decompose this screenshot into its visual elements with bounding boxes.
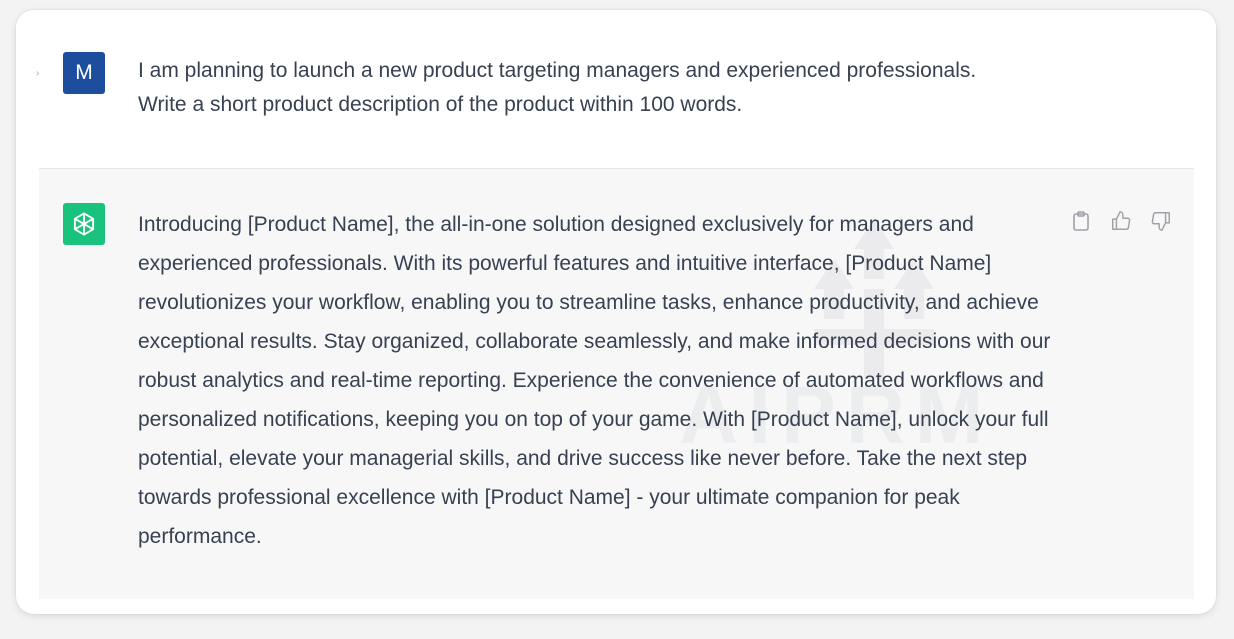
message-actions <box>1069 209 1173 233</box>
clipboard-icon <box>1073 211 1089 231</box>
user-avatar: M <box>63 52 105 94</box>
chevron-right-icon[interactable]: › <box>36 68 39 79</box>
thumbs-down-icon <box>1151 212 1170 231</box>
user-avatar-letter: M <box>75 61 93 84</box>
assistant-avatar <box>63 203 105 245</box>
chat-card: › M I am planning to launch a new produc… <box>16 10 1216 614</box>
assistant-message-row: AIPRM Introducing [Product Name], the al… <box>39 168 1194 599</box>
thumbs-up-button[interactable] <box>1109 209 1133 233</box>
thumbs-up-icon <box>1112 211 1131 230</box>
copy-button[interactable] <box>1069 209 1093 233</box>
user-message-text: I am planning to launch a new product ta… <box>138 59 977 116</box>
assistant-message-text: Introducing [Product Name], the all-in-o… <box>138 213 1051 548</box>
user-message-row: › M I am planning to launch a new produc… <box>16 10 1216 168</box>
thumbs-down-button[interactable] <box>1149 209 1173 233</box>
openai-logo-icon <box>73 212 95 236</box>
